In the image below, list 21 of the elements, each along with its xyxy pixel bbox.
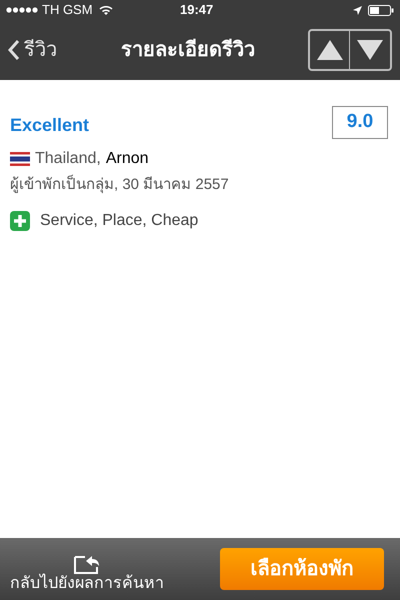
flag-icon bbox=[10, 152, 30, 166]
return-icon bbox=[72, 555, 102, 575]
chevron-left-icon bbox=[8, 39, 20, 61]
wifi-icon bbox=[98, 4, 113, 16]
battery-icon bbox=[368, 4, 394, 16]
review-score: 9.0 bbox=[332, 106, 388, 139]
reviewer-country: Thailand, bbox=[35, 149, 101, 169]
signal-icon bbox=[6, 7, 38, 13]
review-meta: ผู้เข้าพักเป็นกลุ่ม, 30 มีนาคม 2557 bbox=[10, 174, 230, 196]
back-button[interactable]: รีวิว bbox=[8, 35, 57, 65]
rating-label: Excellent bbox=[10, 114, 90, 137]
carrier-name: TH GSM bbox=[42, 1, 93, 20]
reviewer-name: Arnon bbox=[106, 149, 149, 169]
plus-icon bbox=[10, 210, 30, 230]
triangle-up-icon bbox=[316, 40, 342, 60]
page-title: รายละเอียดรีวิว bbox=[121, 38, 255, 63]
clock: 19:47 bbox=[180, 1, 214, 20]
positive-points: Service, Place, Cheap bbox=[40, 210, 198, 230]
back-to-results-button[interactable]: กลับไปยังผลการค้นหา bbox=[10, 545, 164, 593]
triangle-down-icon bbox=[357, 40, 383, 60]
location-icon bbox=[353, 6, 362, 14]
